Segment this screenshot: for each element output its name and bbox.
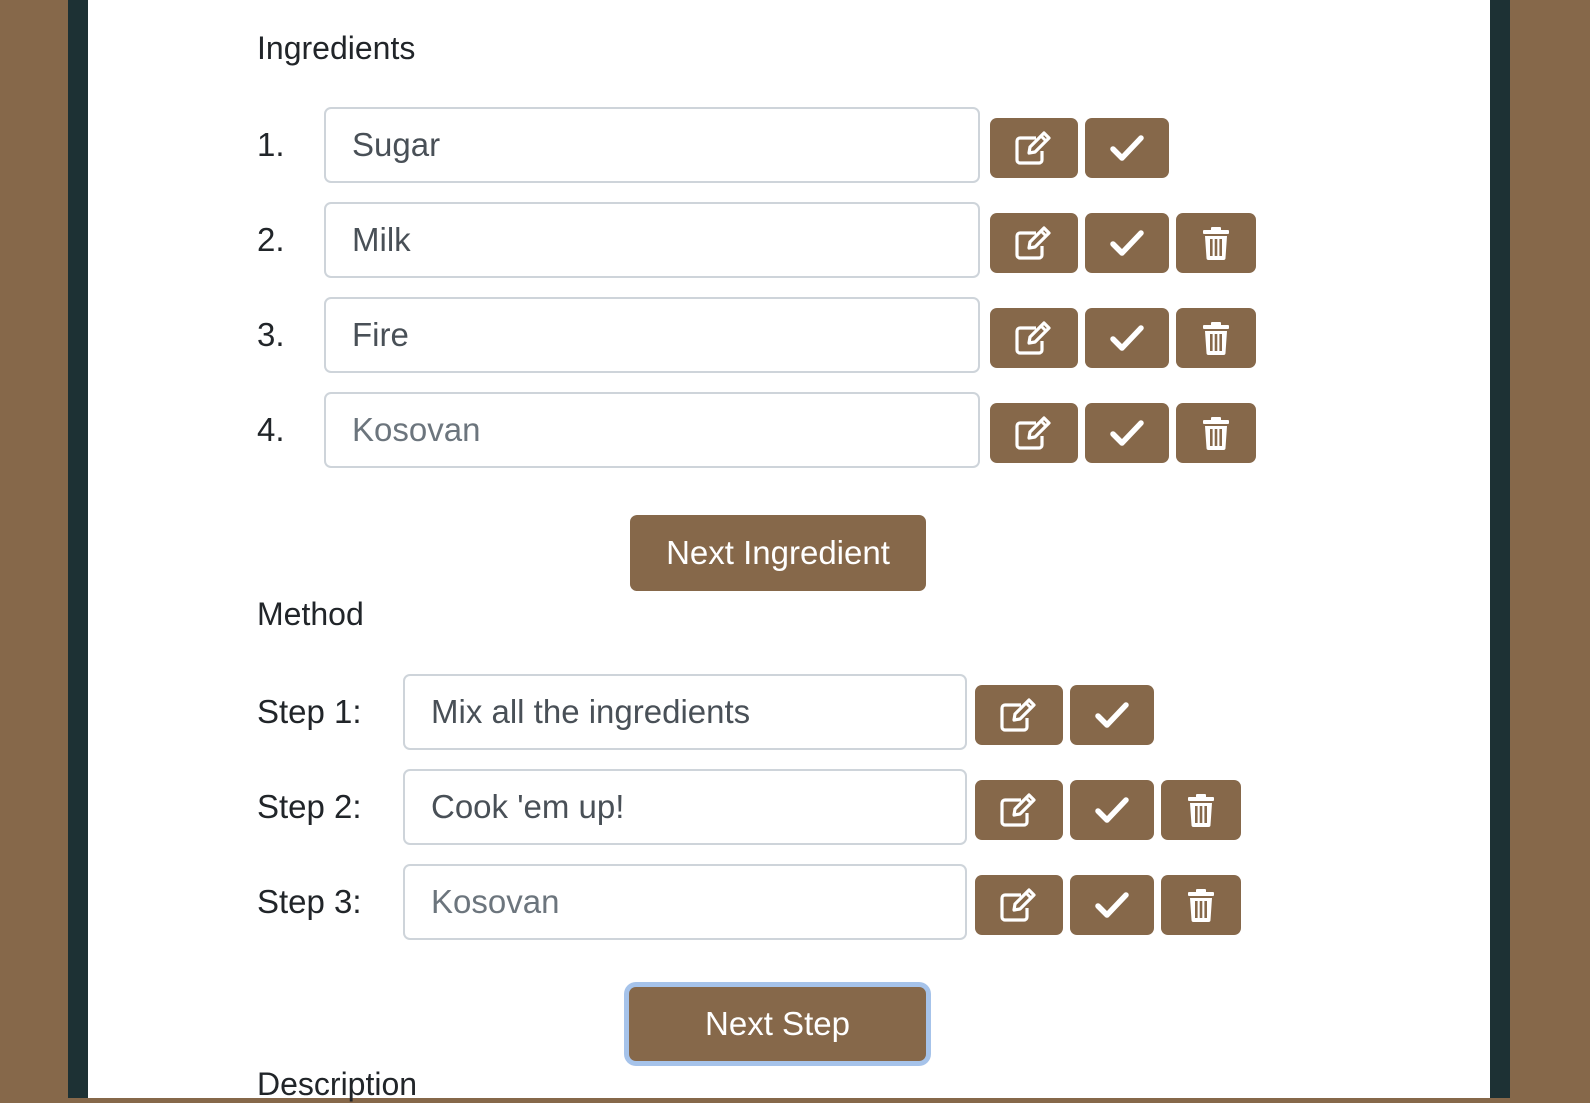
check-icon bbox=[1095, 701, 1129, 729]
edit-button[interactable] bbox=[990, 118, 1078, 178]
method-heading: Method bbox=[257, 596, 364, 632]
confirm-button[interactable] bbox=[1085, 213, 1169, 273]
ingredient-input[interactable] bbox=[324, 297, 980, 373]
ingredient-number: 2. bbox=[257, 221, 285, 258]
edit-icon bbox=[1014, 320, 1054, 356]
ingredient-row: 3. bbox=[257, 297, 1257, 373]
check-icon bbox=[1095, 796, 1129, 824]
delete-button[interactable] bbox=[1161, 875, 1241, 935]
edit-icon bbox=[999, 887, 1039, 923]
check-icon bbox=[1110, 229, 1144, 257]
trash-icon bbox=[1186, 793, 1216, 827]
check-icon bbox=[1095, 891, 1129, 919]
delete-button[interactable] bbox=[1176, 403, 1256, 463]
confirm-button[interactable] bbox=[1085, 118, 1169, 178]
confirm-button[interactable] bbox=[1070, 685, 1154, 745]
ingredient-number: 4. bbox=[257, 411, 285, 448]
edit-button[interactable] bbox=[990, 213, 1078, 273]
edit-icon bbox=[1014, 225, 1054, 261]
check-icon bbox=[1110, 324, 1144, 352]
edit-button[interactable] bbox=[990, 308, 1078, 368]
confirm-button[interactable] bbox=[1085, 308, 1169, 368]
confirm-button[interactable] bbox=[1070, 780, 1154, 840]
trash-icon bbox=[1201, 321, 1231, 355]
right-border-stripe bbox=[1490, 0, 1510, 1098]
description-heading: Description bbox=[257, 1066, 418, 1102]
edit-icon bbox=[1014, 130, 1054, 166]
left-border-stripe bbox=[68, 0, 88, 1098]
edit-button[interactable] bbox=[990, 403, 1078, 463]
method-step-row: Step 3: bbox=[257, 864, 1257, 940]
confirm-button[interactable] bbox=[1085, 403, 1169, 463]
delete-button[interactable] bbox=[1161, 780, 1241, 840]
edit-button[interactable] bbox=[975, 685, 1063, 745]
ingredient-row: 4. bbox=[257, 392, 1257, 468]
delete-button[interactable] bbox=[1176, 213, 1256, 273]
edit-icon bbox=[999, 792, 1039, 828]
next-ingredient-button[interactable]: Next Ingredient bbox=[630, 515, 926, 591]
ingredient-input[interactable] bbox=[324, 392, 980, 468]
step-input[interactable] bbox=[403, 674, 967, 750]
ingredient-number: 3. bbox=[257, 316, 285, 353]
ingredients-heading: Ingredients bbox=[257, 30, 416, 66]
check-icon bbox=[1110, 419, 1144, 447]
ingredient-row: 2. bbox=[257, 202, 1257, 278]
check-icon bbox=[1110, 134, 1144, 162]
step-label: Step 1: bbox=[257, 693, 362, 730]
edit-button[interactable] bbox=[975, 780, 1063, 840]
trash-icon bbox=[1201, 226, 1231, 260]
next-step-button[interactable]: Next Step bbox=[629, 987, 926, 1061]
confirm-button[interactable] bbox=[1070, 875, 1154, 935]
method-step-row: Step 2: bbox=[257, 769, 1257, 845]
ingredient-row: 1. bbox=[257, 107, 1257, 183]
step-label: Step 2: bbox=[257, 788, 362, 825]
trash-icon bbox=[1186, 888, 1216, 922]
method-step-row: Step 1: bbox=[257, 674, 1257, 750]
edit-icon bbox=[999, 697, 1039, 733]
ingredient-input[interactable] bbox=[324, 202, 980, 278]
trash-icon bbox=[1201, 416, 1231, 450]
step-input[interactable] bbox=[403, 864, 967, 940]
edit-icon bbox=[1014, 415, 1054, 451]
edit-button[interactable] bbox=[975, 875, 1063, 935]
step-label: Step 3: bbox=[257, 883, 362, 920]
step-input[interactable] bbox=[403, 769, 967, 845]
delete-button[interactable] bbox=[1176, 308, 1256, 368]
ingredient-input[interactable] bbox=[324, 107, 980, 183]
ingredient-number: 1. bbox=[257, 126, 285, 163]
